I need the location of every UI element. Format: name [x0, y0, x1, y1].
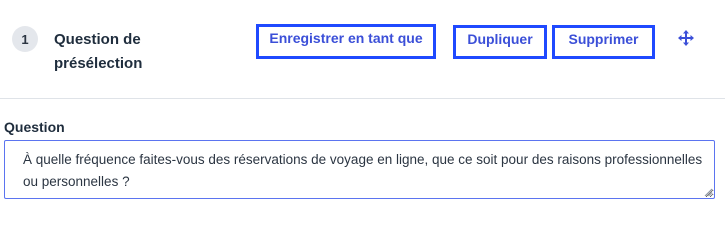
- step-number-badge: 1: [12, 26, 38, 52]
- question-editor: 1 Question de présélection Enregistrer e…: [0, 0, 725, 225]
- question-header: 1 Question de présélection Enregistrer e…: [0, 0, 725, 99]
- question-textarea[interactable]: À quelle fréquence faites-vous des réser…: [4, 140, 715, 199]
- duplicate-button[interactable]: Dupliquer: [453, 25, 547, 59]
- delete-button[interactable]: Supprimer: [552, 25, 655, 59]
- resize-grip-icon[interactable]: [703, 187, 713, 197]
- save-as-button[interactable]: Enregistrer en tant que: [256, 24, 436, 59]
- move-arrows-icon[interactable]: [678, 30, 694, 46]
- section-title: Question de présélection: [54, 31, 143, 72]
- question-label: Question: [4, 119, 65, 135]
